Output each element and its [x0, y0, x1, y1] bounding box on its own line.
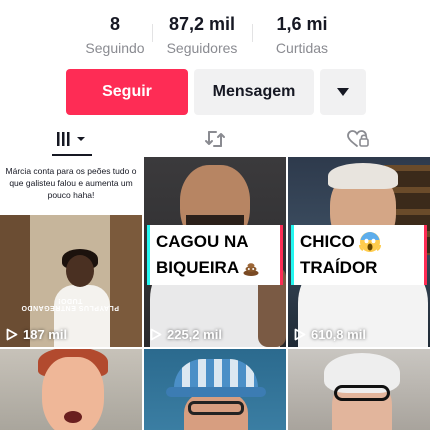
- followers-label: Seguidores: [166, 40, 238, 56]
- likes-label: Curtidas: [275, 40, 329, 56]
- following-label: Seguindo: [85, 40, 145, 56]
- stat-followers[interactable]: 87,2 mil Seguidores: [152, 12, 252, 58]
- video-title-text: BIQUEIRA: [156, 258, 240, 277]
- video-thumbnail[interactable]: [144, 349, 286, 430]
- video-title-line: CHICO: [300, 229, 418, 255]
- follow-button[interactable]: Seguir: [66, 69, 188, 115]
- screaming-face-emoji-icon: [358, 232, 381, 252]
- stat-likes[interactable]: 1,6 mi Curtidas: [252, 12, 352, 58]
- video-title-overlay: CAGOU NA BIQUEIRA: [150, 225, 280, 285]
- likes-count: 1,6 mi: [276, 14, 328, 34]
- video-thumbnail[interactable]: CHICO TRAÍDOR 610,8 mil: [288, 157, 430, 347]
- caret-down-icon: [337, 88, 349, 96]
- more-options-button[interactable]: [320, 69, 366, 115]
- video-title-line: TRAÍDOR: [300, 258, 378, 277]
- tab-videos[interactable]: [0, 122, 143, 156]
- following-count: 8: [109, 14, 120, 34]
- view-count-text: 187 mil: [23, 327, 68, 342]
- view-count-text: 610,8 mil: [311, 327, 366, 342]
- message-button[interactable]: Mensagem: [194, 69, 314, 115]
- videos-grid-icon: [56, 132, 85, 146]
- tab-liked[interactable]: [287, 122, 430, 156]
- repost-icon: [204, 131, 225, 147]
- followers-count: 87,2 mil: [168, 14, 236, 34]
- video-title-line: CAGOU NA: [156, 232, 249, 251]
- view-count: 187 mil: [6, 327, 67, 342]
- profile-actions: Seguir Mensagem: [66, 69, 366, 115]
- video-caption: Márcia conta para os peões tudo o que ga…: [5, 166, 137, 200]
- video-grid: Márcia conta para os peões tudo o que ga…: [0, 157, 430, 430]
- video-thumbnail[interactable]: [288, 349, 430, 430]
- view-count: 610,8 mil: [294, 327, 366, 342]
- video-title-line: BIQUEIRA: [156, 255, 274, 281]
- video-thumbnail[interactable]: CAGOU NA BIQUEIRA 225,2 mil: [144, 157, 286, 347]
- video-thumbnail[interactable]: Márcia conta para os peões tudo o que ga…: [0, 157, 142, 347]
- video-thumbnail[interactable]: [0, 349, 142, 430]
- play-icon: [6, 328, 18, 341]
- profile-stats: 8 Seguindo 87,2 mil Seguidores 1,6 mi Cu…: [0, 12, 430, 60]
- video-overlay-text: PLAYPLUS ENTREGANDO TUDO!: [21, 297, 119, 311]
- poop-emoji-icon: [243, 262, 259, 276]
- tab-reposts[interactable]: [143, 122, 286, 156]
- play-icon: [294, 328, 306, 341]
- liked-icon: [347, 130, 370, 147]
- profile-tabs: [0, 122, 430, 156]
- view-count-text: 225,2 mil: [167, 327, 222, 342]
- stat-following[interactable]: 8 Seguindo: [78, 12, 152, 58]
- video-title-overlay: CHICO TRAÍDOR: [294, 225, 424, 285]
- video-title-text: CHICO: [300, 232, 355, 251]
- view-count: 225,2 mil: [150, 327, 222, 342]
- play-icon: [150, 328, 162, 341]
